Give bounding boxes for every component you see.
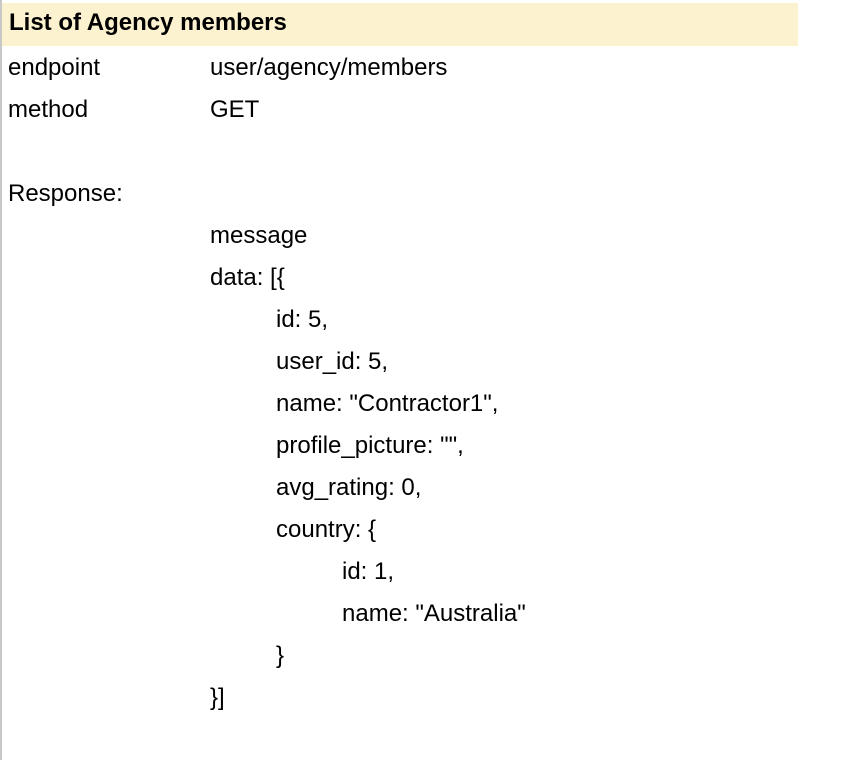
endpoint-value: user/agency/members (210, 54, 448, 81)
response-line-country-close: } (276, 642, 285, 669)
method-value: GET (210, 96, 260, 123)
sheet-left-border (0, 0, 2, 760)
response-line-country-name: name: "Australia" (342, 600, 526, 627)
page-title: List of Agency members (9, 9, 287, 36)
response-line-data-close: }] (210, 684, 225, 711)
response-line-data-open: data: [{ (210, 264, 285, 291)
response-line-name: name: "Contractor1", (276, 390, 499, 417)
response-line-profile-picture: profile_picture: "", (276, 432, 464, 459)
response-line-user-id: user_id: 5, (276, 348, 389, 375)
response-line-country-open: country: { (276, 516, 377, 543)
endpoint-label: endpoint (8, 54, 101, 81)
response-line-id: id: 5, (276, 306, 329, 333)
response-line-message: message (210, 222, 308, 249)
method-label: method (8, 96, 89, 123)
response-line-country-id: id: 1, (342, 558, 395, 585)
response-line-avg-rating: avg_rating: 0, (276, 474, 422, 501)
response-label: Response: (8, 180, 123, 207)
section-header: List of Agency members (2, 3, 798, 46)
